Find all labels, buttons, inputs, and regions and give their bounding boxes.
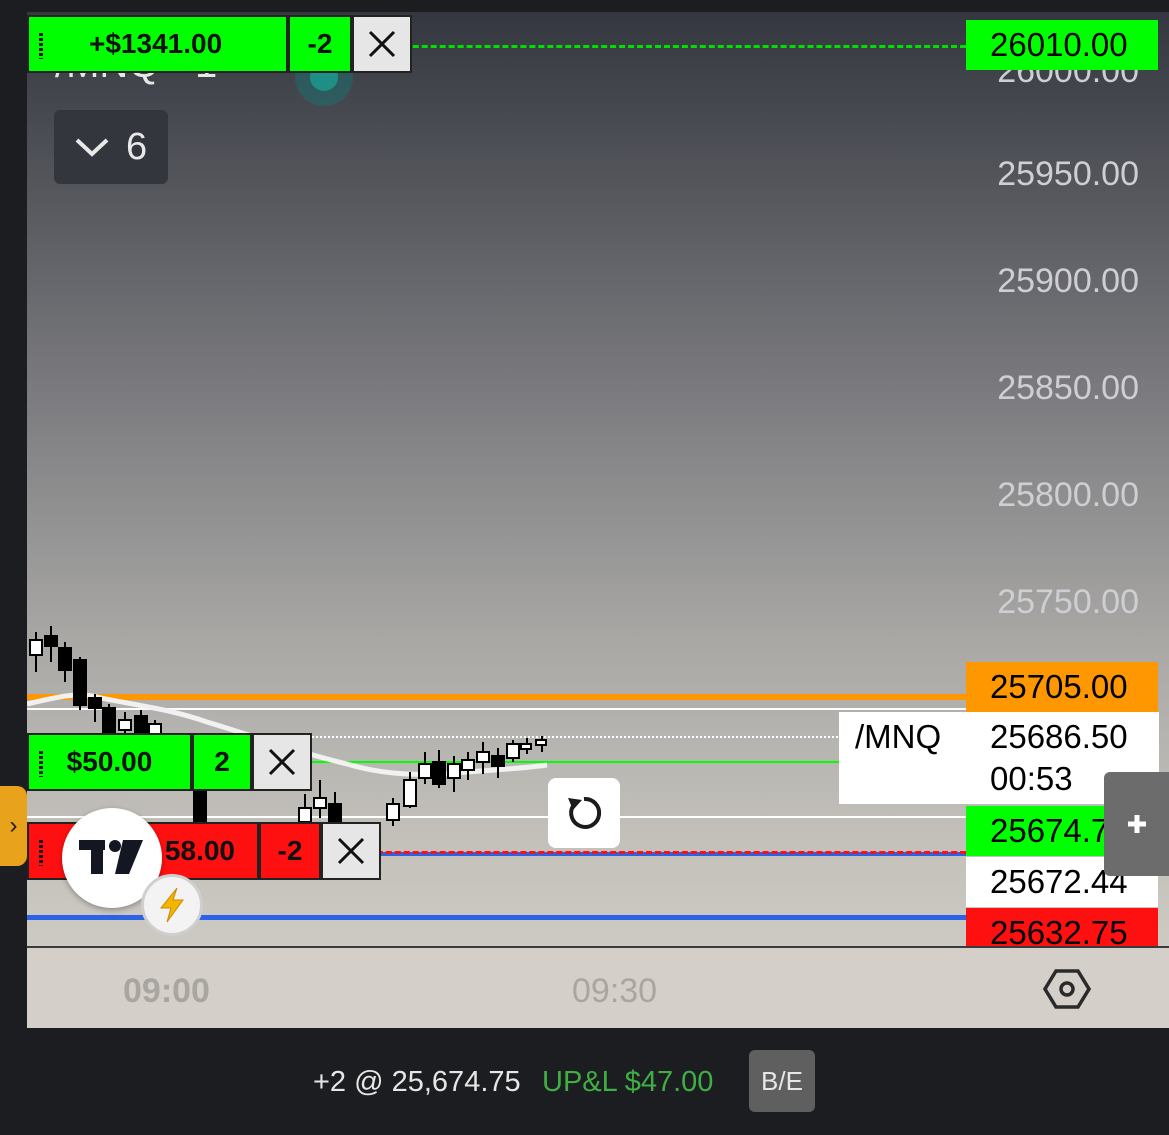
interval-dropdown[interactable]: 6 bbox=[54, 110, 168, 184]
take-profit-order[interactable]: +$1341.00 -2 bbox=[27, 15, 412, 73]
plus-icon bbox=[1127, 815, 1146, 833]
last-price: 25686.50 bbox=[990, 718, 1128, 755]
take-profit-pnl-text: +$1341.00 bbox=[89, 28, 223, 59]
reset-button[interactable] bbox=[548, 778, 620, 848]
settings-hexagon-icon bbox=[1042, 969, 1092, 1009]
price-axis-label: 25950.00 bbox=[997, 155, 1139, 193]
bottom-status-bar: +2 @ 25,674.75 UP&L $47.00 B/E bbox=[0, 1028, 1169, 1135]
price-axis-label: 25800.00 bbox=[997, 476, 1139, 514]
time-axis-label: 09:00 bbox=[123, 972, 210, 1010]
bar-countdown: 00:53 bbox=[990, 760, 1073, 797]
breakeven-button[interactable]: B/E bbox=[749, 1050, 815, 1112]
position-pnl-text: $50.00 bbox=[66, 746, 153, 777]
interval-value: 6 bbox=[126, 125, 148, 168]
position-close-button[interactable] bbox=[252, 733, 312, 791]
chevron-right-icon: › bbox=[9, 812, 18, 839]
take-profit-close-button[interactable] bbox=[352, 15, 412, 73]
chevron-down-icon bbox=[75, 138, 109, 157]
position-qty[interactable]: 2 bbox=[192, 733, 252, 791]
lightning-icon bbox=[159, 887, 184, 923]
stop-close-button[interactable] bbox=[321, 822, 381, 880]
chart-panel[interactable]: 26000.00 25950.00 25900.00 25850.00 2580… bbox=[27, 12, 1169, 1028]
stop-pnl-text: 58.00 bbox=[164, 835, 235, 866]
last-symbol: /MNQ bbox=[855, 718, 942, 755]
close-icon bbox=[268, 748, 296, 776]
lightning-button[interactable] bbox=[141, 874, 203, 936]
tradingview-logo-icon bbox=[79, 840, 143, 874]
time-axis-label: 09:30 bbox=[572, 972, 658, 1010]
position-summary: +2 @ 25,674.75 bbox=[313, 1066, 521, 1098]
unrealized-pnl: UP&L $47.00 bbox=[542, 1066, 714, 1098]
position-order[interactable]: $50.00 2 bbox=[27, 733, 312, 791]
orange-level-tag: 25705.00 bbox=[966, 662, 1158, 712]
take-profit-pnl[interactable]: +$1341.00 bbox=[27, 15, 288, 73]
price-axis-label: 25750.00 bbox=[997, 583, 1139, 621]
stop-qty[interactable]: -2 bbox=[259, 822, 321, 880]
close-icon bbox=[337, 837, 365, 865]
add-order-button[interactable] bbox=[1104, 772, 1169, 876]
price-axis-label: 25850.00 bbox=[997, 369, 1139, 407]
settings-button[interactable] bbox=[1042, 968, 1092, 1015]
position-pnl[interactable]: $50.00 bbox=[27, 733, 192, 791]
price-axis-label: 25900.00 bbox=[997, 262, 1139, 300]
take-profit-tag: 26010.00 bbox=[966, 20, 1158, 70]
time-axis[interactable]: 09:00 09:30 bbox=[27, 946, 1169, 1028]
side-panel-toggle[interactable]: › bbox=[0, 786, 27, 866]
reset-icon bbox=[568, 796, 602, 829]
take-profit-qty[interactable]: -2 bbox=[288, 15, 352, 73]
close-icon bbox=[368, 30, 396, 58]
